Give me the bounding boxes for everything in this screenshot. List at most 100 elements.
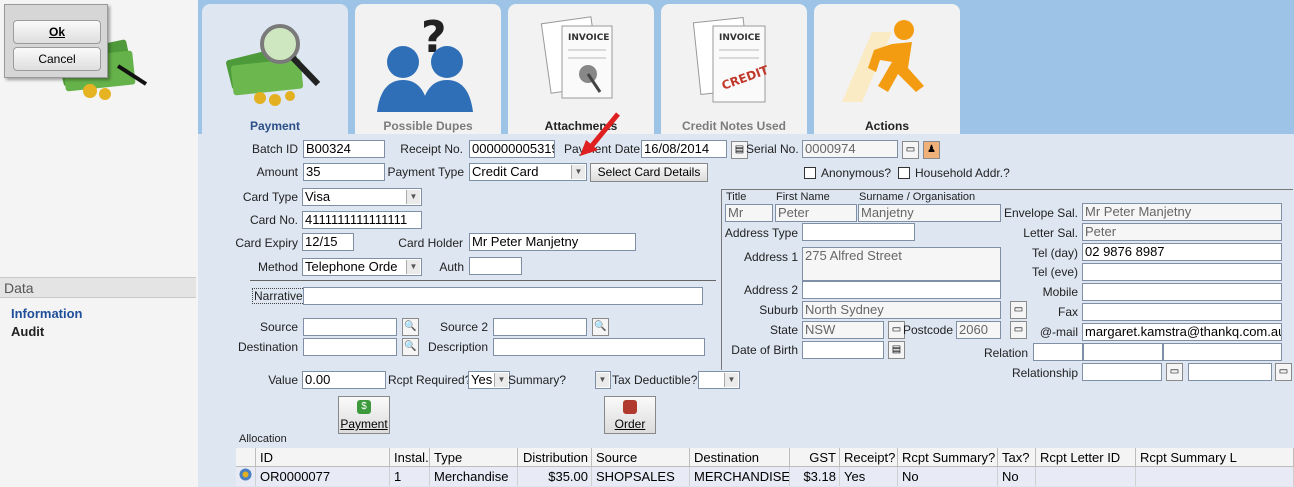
table-cell-source[interactable]: SHOPSALES (592, 467, 690, 486)
envelope-sal-field[interactable]: Mr Peter Manjetny (1082, 203, 1282, 221)
table-cell-id[interactable]: OR0000077 (256, 467, 390, 486)
table-cell-gst[interactable]: $3.18 (790, 467, 840, 486)
summary-select[interactable]: ▼ (595, 371, 611, 389)
source2-lookup-icon[interactable]: 🔍 (592, 318, 609, 336)
source2-field[interactable] (493, 318, 587, 336)
table-cell-rcpt-letter-id[interactable] (1036, 467, 1136, 486)
first-name-field[interactable]: Peter (775, 204, 857, 222)
summary-label: Summary? (508, 373, 567, 387)
state-field[interactable]: NSW (802, 321, 884, 339)
relation-field-3[interactable] (1163, 343, 1282, 361)
column-header-rcpt-summary-l[interactable]: Rcpt Summary L (1136, 448, 1294, 467)
fax-field[interactable] (1082, 303, 1282, 321)
relation-field-1[interactable] (1033, 343, 1083, 361)
column-header-rcpt-summary[interactable]: Rcpt Summary? (898, 448, 998, 467)
receipt-no-field[interactable]: 000000005319 (469, 140, 555, 158)
chevron-down-icon[interactable]: ▼ (494, 373, 508, 387)
tab-possible-dupes[interactable]: ? Possible Dupes (355, 4, 501, 134)
mobile-field[interactable] (1082, 283, 1282, 301)
description-field[interactable] (493, 338, 705, 356)
table-cell-rcpt-summary[interactable]: No (898, 467, 998, 486)
address1-field[interactable]: 275 Alfred Street (802, 247, 1001, 281)
tax-deductible-select[interactable]: ▼ (698, 371, 740, 389)
anonymous-checkbox[interactable] (804, 167, 816, 179)
table-cell-destination[interactable]: MERCHANDISE (690, 467, 790, 486)
table-cell-tax[interactable]: No (998, 467, 1036, 486)
column-header-receipt[interactable]: Receipt? (840, 448, 898, 467)
card-holder-label: Card Holder (398, 236, 463, 250)
column-header-instal[interactable]: Instal. (390, 448, 430, 467)
tel-eve-field[interactable] (1082, 263, 1282, 281)
auth-field[interactable] (469, 257, 522, 275)
relation-field-2[interactable] (1083, 343, 1163, 361)
table-cell-receipt[interactable]: Yes (840, 467, 898, 486)
serial-lookup-icon[interactable]: ▭ (902, 141, 919, 159)
relationship-lookup-icon[interactable]: ▭ (1166, 363, 1183, 381)
relationship-field-1[interactable] (1082, 363, 1162, 381)
chevron-down-icon[interactable]: ▼ (571, 165, 585, 179)
order-button[interactable]: Order (604, 396, 656, 434)
destination-field[interactable] (303, 338, 397, 356)
card-type-select[interactable]: Visa ▼ (302, 188, 422, 206)
amount-field[interactable]: 35 (303, 163, 385, 181)
batch-id-field[interactable]: B00324 (303, 140, 385, 158)
payment-date-field[interactable]: 16/08/2014 (641, 140, 727, 158)
column-header-source[interactable]: Source (592, 448, 690, 467)
column-header-tax[interactable]: Tax? (998, 448, 1036, 467)
dob-calendar-icon[interactable]: ▤ (888, 341, 905, 359)
method-select[interactable]: Telephone Orde ▼ (302, 258, 422, 276)
payment-type-select[interactable]: Credit Card ▼ (469, 163, 587, 181)
row-indicator-icon[interactable] (236, 467, 256, 486)
payment-button[interactable]: $ Payment (338, 396, 390, 434)
email-field[interactable]: margaret.kamstra@thankq.com.au (1082, 323, 1282, 341)
destination-lookup-icon[interactable]: 🔍 (402, 338, 419, 356)
chevron-down-icon[interactable]: ▼ (724, 373, 738, 387)
rcpt-required-select[interactable]: Yes ▼ (468, 371, 510, 389)
tab-credit-notes-used[interactable]: INVOICE CREDIT Credit Notes Used (661, 4, 807, 134)
title-field[interactable]: Mr (725, 204, 773, 222)
table-cell-distribution[interactable]: $35.00 (518, 467, 592, 486)
card-no-field[interactable]: 4111111111111111 (302, 211, 422, 229)
tab-actions[interactable]: Actions (814, 4, 960, 134)
letter-sal-field[interactable]: Peter (1082, 223, 1282, 241)
postcode-field[interactable]: 2060 (956, 321, 1001, 339)
ok-button[interactable]: Ok (13, 20, 101, 44)
serial-person-icon[interactable]: ♟ (923, 141, 940, 159)
table-cell-instal[interactable]: 1 (390, 467, 430, 486)
relation-label: Relation (983, 346, 1028, 360)
source-field[interactable] (303, 318, 397, 336)
dob-field[interactable] (802, 341, 884, 359)
cancel-button[interactable]: Cancel (13, 47, 101, 71)
chevron-down-icon[interactable]: ▼ (596, 373, 609, 387)
select-card-details-button[interactable]: Select Card Details (590, 163, 708, 182)
tel-day-field[interactable]: 02 9876 8987 (1082, 243, 1282, 261)
narrative-field[interactable] (303, 287, 703, 305)
relationship-field-2[interactable] (1188, 363, 1272, 381)
svg-text:INVOICE: INVOICE (568, 33, 609, 43)
source-lookup-icon[interactable]: 🔍 (402, 318, 419, 336)
relationship-lookup-icon-2[interactable]: ▭ (1275, 363, 1292, 381)
sidebar-item-audit[interactable]: Audit (11, 324, 44, 339)
sidebar-item-information[interactable]: Information (11, 306, 83, 321)
table-cell-type[interactable]: Merchandise (430, 467, 518, 486)
column-header-id[interactable]: ID (256, 448, 390, 467)
column-header-destination[interactable]: Destination (690, 448, 790, 467)
column-header-type[interactable]: Type (430, 448, 518, 467)
surname-field[interactable]: Manjetny (858, 204, 1001, 222)
card-expiry-field[interactable]: 12/15 (302, 233, 354, 251)
chevron-down-icon[interactable]: ▼ (406, 260, 420, 274)
value-field[interactable]: 0.00 (302, 371, 386, 389)
household-checkbox[interactable] (898, 167, 910, 179)
suburb-field[interactable]: North Sydney (802, 301, 1001, 319)
chevron-down-icon[interactable]: ▼ (406, 190, 420, 204)
tab-payment[interactable]: Payment (202, 4, 348, 134)
column-header-gst[interactable]: GST (790, 448, 840, 467)
table-cell-rcpt-summary-l[interactable] (1136, 467, 1294, 486)
serial-no-field[interactable]: 0000974 (802, 140, 898, 158)
column-header-distribution[interactable]: Distribution (518, 448, 592, 467)
address2-field[interactable] (802, 281, 1001, 299)
address-type-field[interactable] (802, 223, 915, 241)
surname-label: Surname / Organisation (859, 191, 976, 203)
column-header-rcpt-letter-id[interactable]: Rcpt Letter ID (1036, 448, 1136, 467)
card-holder-field[interactable]: Mr Peter Manjetny (469, 233, 636, 251)
